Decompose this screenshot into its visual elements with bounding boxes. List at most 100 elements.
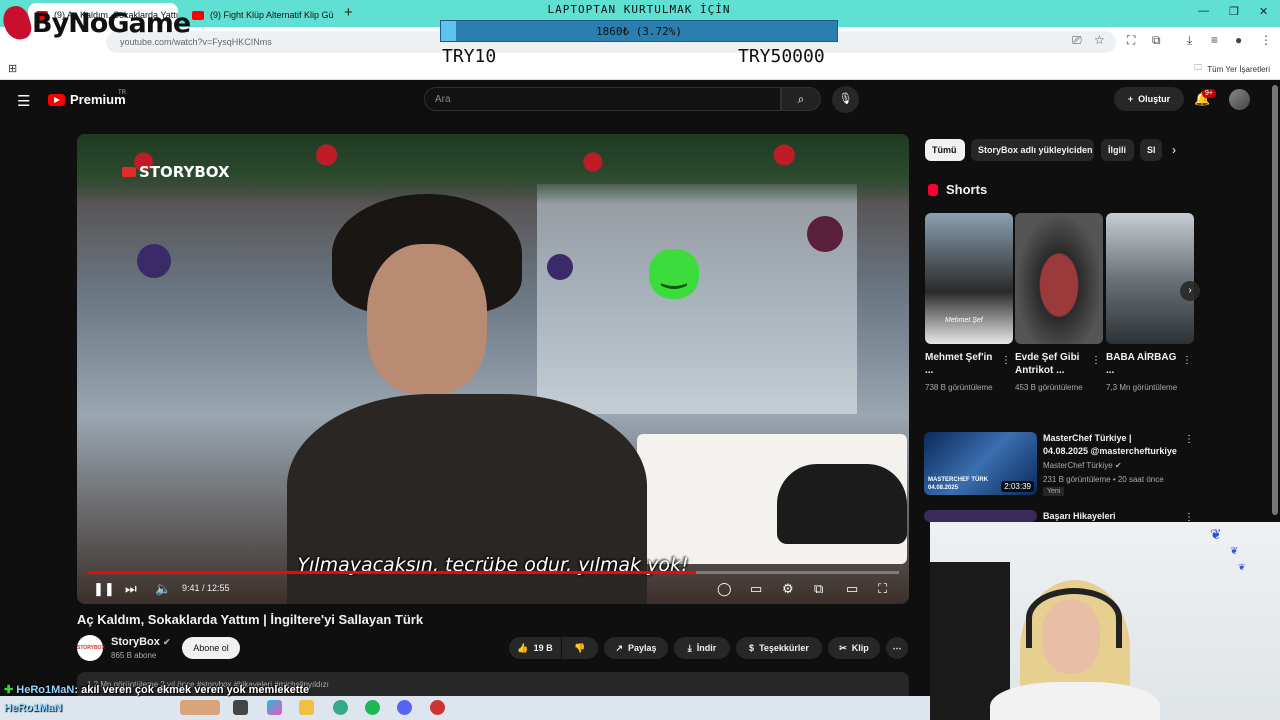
cast-icon[interactable]: ⎚ <box>1072 33 1082 48</box>
task-view-icon[interactable] <box>233 700 248 715</box>
recommendation-item[interactable]: MASTERCHEF TÜRK 04.08.2025 2:03:39 Maste… <box>924 432 1194 500</box>
video-progress-bar[interactable] <box>87 571 899 574</box>
autoplay-toggle[interactable]: ◯ <box>717 581 732 597</box>
star-icon[interactable]: ☆ <box>1094 33 1105 47</box>
folder-icon: 🗀 <box>1194 63 1203 72</box>
chat-message: ✚ HeRo1MaN: akıl veren çok ekmek veren y… <box>4 684 310 696</box>
all-bookmarks[interactable]: 🗀 Tüm Yer İşaretleri <box>1194 62 1270 76</box>
recommendation-thumbnail-caption: MASTERCHEF TÜRK 04.08.2025 <box>928 477 988 491</box>
ornament-image <box>137 244 171 278</box>
spotify-icon[interactable] <box>365 700 380 715</box>
short-thumbnail-caption: Mehmet Şef <box>945 317 983 324</box>
chat-username: HeRo1MaN <box>16 684 75 696</box>
chrome-icon[interactable] <box>333 700 348 715</box>
short-item[interactable]: Mehmet Şef Mehmet Şef'in ... 738 B görün… <box>925 213 1013 394</box>
subscribe-button[interactable]: Abone ol <box>182 637 240 659</box>
youtube-play-icon <box>48 93 65 106</box>
menu-dots-icon[interactable]: ⋮ <box>1260 33 1272 47</box>
recommendation-channel: MasterChef Türkiye ✔ <box>1043 461 1122 470</box>
apps-grid-icon[interactable]: ⊞ <box>8 62 17 75</box>
short-more-icon[interactable]: ⋮ <box>1182 355 1192 366</box>
clip-button[interactable]: ✂ Klip <box>828 637 880 659</box>
short-item[interactable]: Evde Şef Gibi Antrikot ... 453 B görüntü… <box>1015 213 1103 394</box>
chip-all[interactable]: Tümü <box>925 139 965 161</box>
short-more-icon[interactable]: ⋮ <box>1091 355 1101 366</box>
share-button[interactable]: ↗ Paylaş <box>604 637 668 659</box>
plus-icon: + <box>1127 94 1134 104</box>
chat-message-partial: HeRo1MaN <box>4 702 62 714</box>
copilot-icon[interactable] <box>267 700 282 715</box>
volume-icon[interactable]: 🔈 <box>155 581 171 597</box>
miniplayer-icon[interactable]: ⧉ <box>814 581 823 597</box>
dislike-button[interactable]: 👎 <box>562 637 598 659</box>
video-time: 9:41 / 12:55 <box>182 583 230 593</box>
subtitles-icon[interactable]: ▭ <box>750 581 762 597</box>
chips-next-chevron-icon[interactable]: › <box>1172 143 1176 157</box>
thanks-label: Teşekkürler <box>759 643 809 653</box>
short-thumbnail <box>1106 213 1194 344</box>
extensions-icon[interactable]: ⧉ <box>1152 33 1161 48</box>
short-more-icon[interactable]: ⋮ <box>1001 355 1011 366</box>
recommendation-item[interactable]: Başarı Hikayeleri ⋮ <box>924 510 1194 523</box>
settings-gear-icon[interactable]: ⚙ <box>782 581 794 597</box>
screenshot-icon[interactable]: ⛶ <box>1127 33 1135 48</box>
hamburger-menu-icon[interactable]: ☰ <box>17 92 30 110</box>
bookmarks-bar: ⊞ 🗀 Tüm Yer İşaretleri <box>0 57 1280 80</box>
webcam-overlay: ❦ ❦ ❦ <box>930 522 1280 720</box>
short-views: 738 B görüntüleme <box>925 383 993 392</box>
create-button[interactable]: + Oluştur <box>1114 87 1184 111</box>
file-explorer-icon[interactable] <box>299 700 314 715</box>
voice-search-button[interactable]: 🎙 <box>832 86 859 113</box>
video-player[interactable]: STORYBOX ‿ Yılmayacaksın, tecrübe odur, … <box>77 134 909 604</box>
discord-icon[interactable] <box>397 700 412 715</box>
channel-name[interactable]: StoryBox ✔ <box>111 636 171 648</box>
tab-inactive[interactable]: (9) Fight Klüp Alternatif Klip Gü ✕ <box>184 3 340 27</box>
channel-avatar-text: STORYBOX <box>77 645 105 651</box>
page-scrollbar[interactable] <box>1272 85 1278 515</box>
shorts-heading-text: Shorts <box>946 182 988 197</box>
chat-badge-icon: ✚ <box>4 684 14 696</box>
storybox-watermark: STORYBOX <box>122 163 230 181</box>
channel-avatar[interactable]: STORYBOX <box>77 635 105 661</box>
shorts-next-chevron-icon[interactable]: › <box>1180 281 1200 301</box>
verified-icon: ✔ <box>162 637 171 647</box>
taskbar <box>0 696 930 720</box>
share-icon: ↗ <box>615 642 623 653</box>
player-controls: ❚❚ ⏭ 🔈 9:41 / 12:55 ◯ ▭ ⚙ ⧉ ▭ ⛶ <box>77 576 909 604</box>
recommendation-more-icon[interactable]: ⋮ <box>1184 434 1194 445</box>
restore-icon[interactable]: ❐ <box>1229 5 1239 18</box>
search-placeholder: Ara <box>435 94 451 105</box>
screen: { "browser": { "tabs": [ {"label": "(9) … <box>0 0 1280 720</box>
more-actions-button[interactable]: ⋯ <box>886 637 908 659</box>
chip-related[interactable]: İlgili <box>1101 139 1134 161</box>
account-avatar[interactable] <box>1229 89 1250 110</box>
fullscreen-icon[interactable]: ⛶ <box>878 581 887 597</box>
new-tab-button[interactable]: + <box>344 4 353 21</box>
reading-list-icon[interactable]: ≡ <box>1211 33 1218 47</box>
bynogame-logo: ByNoGame <box>0 3 191 43</box>
theater-mode-icon[interactable]: ▭ <box>846 581 858 597</box>
thanks-button[interactable]: $ Teşekkürler <box>736 637 822 659</box>
close-window-icon[interactable]: ✕ <box>1259 5 1268 18</box>
chip-from-uploader[interactable]: StoryBox adlı yükleyiciden <box>971 139 1094 161</box>
profile-icon[interactable]: ● <box>1235 33 1242 47</box>
search-button[interactable]: ⌕ <box>781 87 821 111</box>
download-button[interactable]: ⤓ İndir <box>674 637 730 659</box>
youtube-logo[interactable]: Premium <box>48 92 126 107</box>
taskbar-weather-icon[interactable] <box>180 700 220 715</box>
next-icon[interactable]: ⏭ <box>125 581 137 597</box>
short-item[interactable]: BABA AİRBAG ... 7,3 Mn görüntüleme ⋮ <box>1106 213 1194 394</box>
chat-message-text: akıl veren çok ekmek veren yok memlekett… <box>81 684 310 696</box>
chip-more[interactable]: Sl <box>1140 139 1162 161</box>
recommendation-meta: 231 B görüntüleme • 20 saat önce <box>1043 475 1164 484</box>
search-input[interactable]: Ara <box>424 87 781 111</box>
butterfly-icon: ❦ <box>1210 526 1222 542</box>
minimize-icon[interactable]: — <box>1198 5 1209 17</box>
download-icon[interactable]: ⤓ <box>1187 33 1192 48</box>
pause-icon[interactable]: ❚❚ <box>93 581 115 597</box>
tab-label: (9) Fight Klüp Alternatif Klip Gü <box>210 10 334 20</box>
recording-app-icon[interactable] <box>430 700 445 715</box>
share-label: Paylaş <box>628 643 657 653</box>
video-title: Aç Kaldım, Sokaklarda Yattım | İngiltere… <box>77 612 424 627</box>
like-button[interactable]: 👍 19 B <box>509 637 561 659</box>
